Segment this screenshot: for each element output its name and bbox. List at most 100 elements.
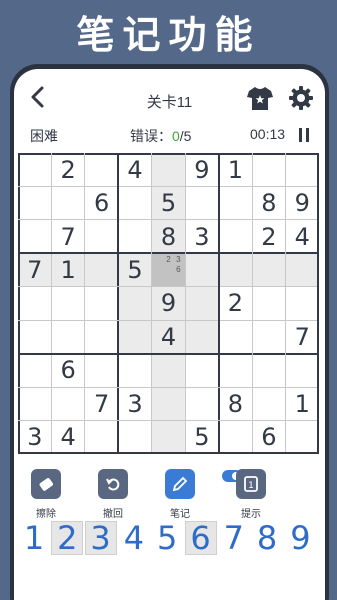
numpad-key[interactable]: 2: [51, 519, 84, 557]
sudoku-cell[interactable]: 8: [219, 387, 252, 420]
sudoku-cell[interactable]: [18, 387, 51, 420]
sudoku-cell[interactable]: [185, 286, 219, 321]
theme-shirt-icon[interactable]: [246, 85, 274, 111]
sudoku-cell[interactable]: [118, 421, 151, 454]
sudoku-cell[interactable]: 6: [51, 354, 84, 387]
sudoku-cell[interactable]: [185, 320, 219, 354]
sudoku-cell[interactable]: [252, 387, 285, 420]
sudoku-cell[interactable]: 2: [252, 220, 285, 253]
sudoku-cell[interactable]: [51, 387, 84, 420]
svg-text:1: 1: [248, 481, 254, 491]
sudoku-cell[interactable]: [252, 354, 285, 387]
sudoku-cell[interactable]: 8: [252, 186, 285, 219]
sudoku-cell[interactable]: [85, 354, 118, 387]
sudoku-cell[interactable]: [286, 354, 319, 387]
sudoku-cell[interactable]: 7: [286, 320, 319, 353]
sudoku-cell[interactable]: [219, 186, 252, 219]
sudoku-cell[interactable]: [51, 186, 84, 219]
sudoku-cell[interactable]: 5: [151, 186, 186, 220]
sudoku-cell[interactable]: [252, 320, 285, 353]
sudoku-cell[interactable]: [219, 220, 252, 253]
sudoku-cell[interactable]: [252, 153, 285, 186]
sudoku-cell[interactable]: [185, 354, 218, 387]
numpad-key[interactable]: 7: [218, 519, 250, 557]
sudoku-cell[interactable]: 9: [286, 186, 319, 219]
numpad-key[interactable]: 9: [284, 519, 316, 557]
grid-line-vertical: [51, 153, 52, 454]
sudoku-cell[interactable]: [219, 421, 252, 454]
tool-eraser[interactable]: 擦除: [21, 469, 71, 520]
numpad-key[interactable]: 5: [151, 519, 183, 557]
sudoku-cell[interactable]: 7: [51, 220, 84, 253]
sudoku-cell[interactable]: [51, 287, 84, 320]
sudoku-cell[interactable]: [185, 253, 219, 287]
tool-hint[interactable]: 1 提示: [226, 469, 276, 520]
sudoku-cell[interactable]: [286, 287, 319, 320]
sudoku-cell[interactable]: [286, 421, 319, 454]
sudoku-cell[interactable]: [118, 186, 151, 219]
sudoku-cell[interactable]: [85, 287, 118, 320]
sudoku-cell[interactable]: 5: [118, 253, 152, 287]
sudoku-cell[interactable]: 4: [151, 320, 186, 354]
note-mark: 6: [176, 265, 181, 275]
sudoku-cell[interactable]: 9: [151, 286, 186, 321]
sudoku-cell[interactable]: 2: [219, 287, 252, 320]
sudoku-cell[interactable]: [118, 320, 152, 354]
sudoku-cell[interactable]: [219, 354, 252, 387]
sudoku-cell[interactable]: [151, 420, 186, 454]
sudoku-cell[interactable]: [18, 153, 51, 186]
sudoku-cell[interactable]: 6: [85, 186, 118, 219]
sudoku-cell[interactable]: [185, 387, 218, 420]
sudoku-cell[interactable]: [185, 186, 218, 219]
sudoku-cell[interactable]: [18, 287, 51, 320]
sudoku-cell[interactable]: 1: [219, 153, 252, 186]
sudoku-cell[interactable]: 4: [286, 220, 319, 253]
numpad-key[interactable]: 8: [251, 519, 283, 557]
grid-line-vertical: [317, 153, 319, 454]
pause-icon[interactable]: [298, 128, 310, 142]
sudoku-cell[interactable]: [18, 186, 51, 219]
sudoku-cell[interactable]: [18, 320, 51, 353]
tool-undo[interactable]: 撤回: [88, 469, 138, 520]
numpad-key[interactable]: 3: [84, 519, 117, 557]
sudoku-cell[interactable]: 5: [185, 421, 218, 454]
sudoku-cell[interactable]: [18, 220, 51, 253]
numpad-key[interactable]: 4: [118, 519, 150, 557]
sudoku-cell[interactable]: [252, 253, 286, 287]
sudoku-cell[interactable]: 9: [185, 153, 218, 186]
sudoku-cell[interactable]: 7: [18, 253, 52, 287]
sudoku-cell[interactable]: 6: [252, 421, 285, 454]
sudoku-cell[interactable]: 7: [85, 387, 118, 420]
sudoku-cell[interactable]: [151, 387, 186, 421]
settings-gear-icon[interactable]: [288, 85, 314, 111]
sudoku-cell[interactable]: [285, 253, 319, 287]
sudoku-cell[interactable]: 3: [18, 421, 51, 454]
sudoku-cell[interactable]: [84, 253, 119, 287]
sudoku-cell[interactable]: 1: [51, 253, 85, 287]
sudoku-cell[interactable]: [219, 320, 252, 353]
sudoku-cell[interactable]: 3: [118, 387, 151, 420]
sudoku-cell[interactable]: [85, 153, 118, 186]
sudoku-cell[interactable]: [218, 253, 253, 287]
sudoku-cell[interactable]: [118, 220, 151, 253]
sudoku-cell[interactable]: 8: [151, 219, 186, 254]
tool-pencil[interactable]: 笔记: [155, 469, 205, 520]
sudoku-cell[interactable]: [118, 286, 152, 321]
numpad-key[interactable]: 1: [18, 519, 50, 557]
sudoku-cell[interactable]: [151, 353, 186, 388]
sudoku-cell[interactable]: [51, 320, 84, 353]
sudoku-cell[interactable]: [286, 153, 319, 186]
sudoku-cell[interactable]: 4: [51, 421, 84, 454]
sudoku-cell[interactable]: 4: [118, 153, 151, 186]
sudoku-cell[interactable]: 1: [286, 387, 319, 420]
sudoku-cell[interactable]: [118, 354, 151, 387]
sudoku-cell[interactable]: [18, 354, 51, 387]
sudoku-cell[interactable]: [85, 320, 118, 353]
sudoku-cell[interactable]: [85, 220, 118, 253]
numpad-key[interactable]: 6: [184, 519, 217, 557]
sudoku-cell[interactable]: 3: [185, 220, 218, 253]
sudoku-cell[interactable]: 2: [51, 153, 84, 186]
sudoku-cell[interactable]: [151, 153, 186, 187]
sudoku-cell[interactable]: [85, 421, 118, 454]
sudoku-cell[interactable]: [252, 287, 285, 320]
